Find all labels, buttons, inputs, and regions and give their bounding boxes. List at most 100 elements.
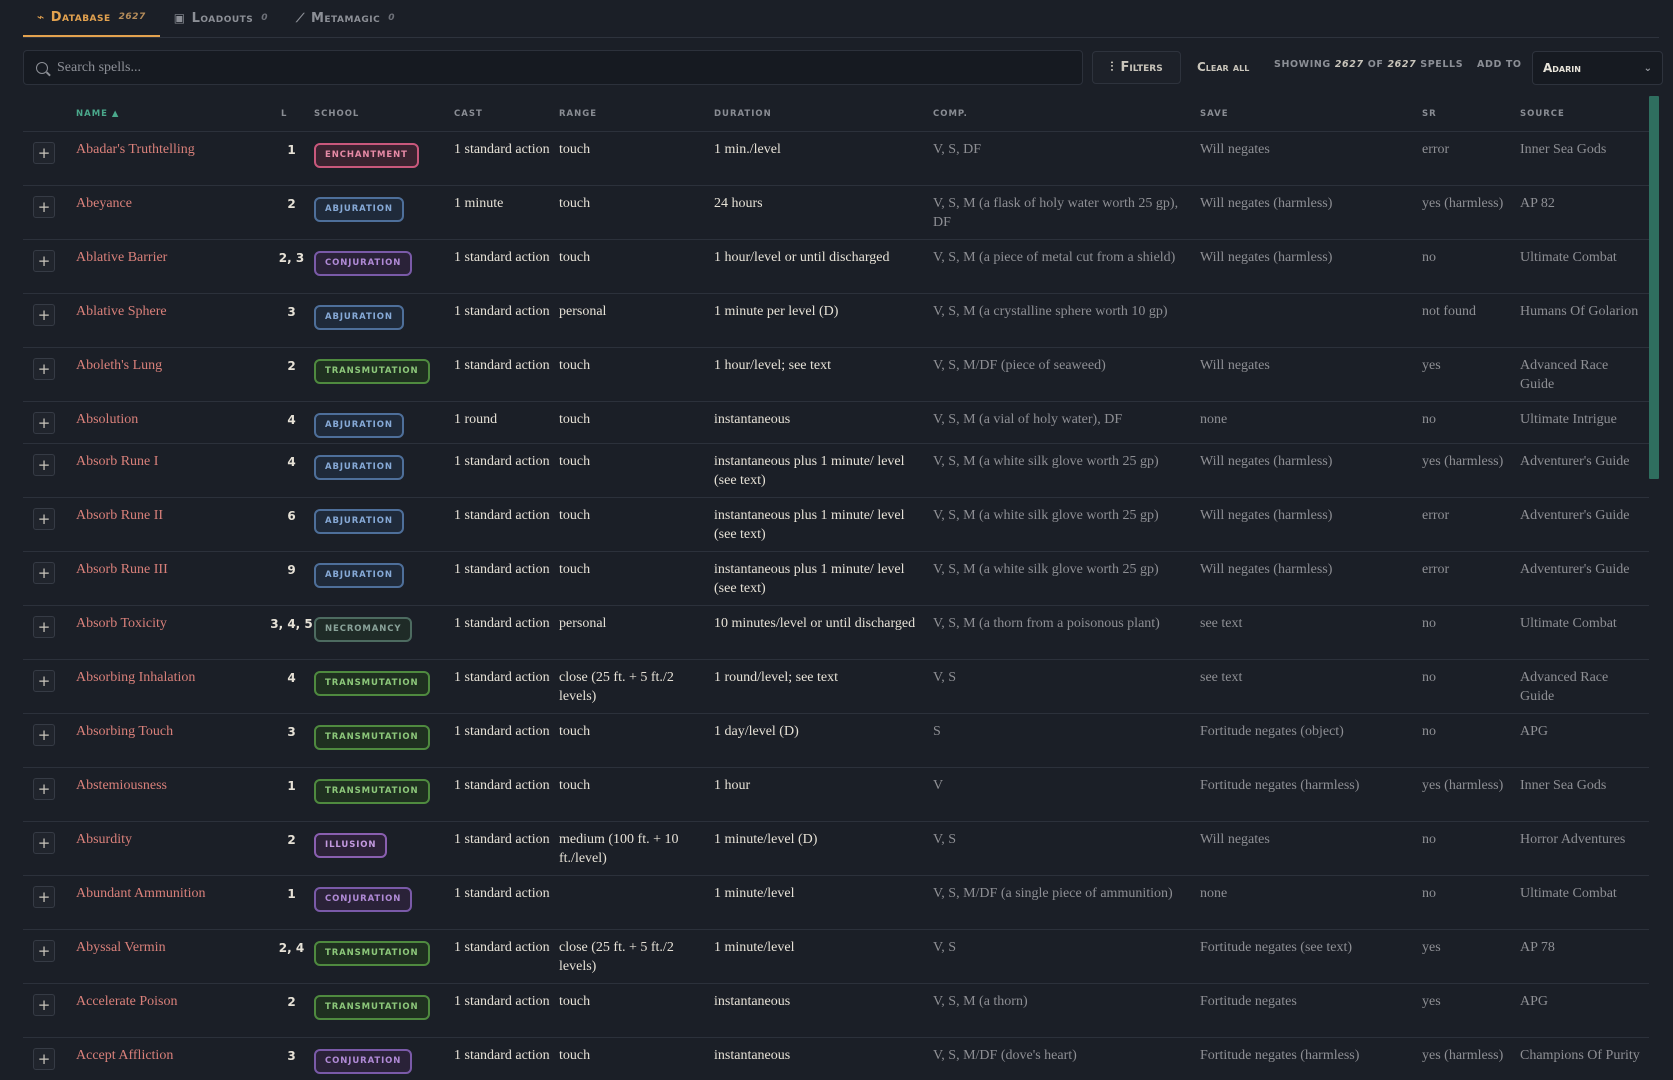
spell-save: Will negates: [1200, 358, 1270, 373]
spell-duration: instantaneous: [714, 994, 791, 1009]
school-cell: transmutation: [314, 930, 454, 983]
spell-cast-time: 1 standard action: [454, 358, 550, 373]
add-spell-button[interactable]: +: [33, 940, 55, 962]
table-row[interactable]: + Accept Affliction 3 conjuration 1 standard…: [23, 1038, 1649, 1080]
column-header-level[interactable]: L: [269, 109, 314, 119]
add-spell-button[interactable]: +: [33, 562, 55, 584]
spell-source: AP 82: [1520, 196, 1555, 211]
spell-name[interactable]: Abstemiousness: [76, 768, 269, 821]
spell-name[interactable]: Ablative Sphere: [76, 294, 269, 347]
clear-all-button[interactable]: Clear all: [1197, 56, 1249, 78]
character-select[interactable]: Adarin ⌄: [1532, 51, 1663, 85]
add-spell-button[interactable]: +: [33, 412, 55, 434]
spell-resistance: yes (harmless): [1422, 1048, 1504, 1063]
scrollbar-thumb[interactable]: [1649, 96, 1659, 479]
spell-components: V, S, M (a piece of metal cut from a shi…: [933, 250, 1176, 265]
add-spell-button[interactable]: +: [33, 778, 55, 800]
add-spell-button[interactable]: +: [33, 1048, 55, 1070]
showing-count: Showing 2627 of 2627 spells: [1274, 59, 1463, 70]
school-badge: conjuration: [314, 251, 413, 276]
column-header-sr[interactable]: SR: [1422, 109, 1520, 119]
add-spell-button[interactable]: +: [33, 142, 55, 164]
table-row[interactable]: + Absolution 4 abjuration 1 round touch instan…: [23, 402, 1649, 444]
spell-save: Fortitude negates (harmless): [1200, 778, 1360, 793]
table-row[interactable]: + Abadar's Truthtelling 1 enchantment 1 stan…: [23, 132, 1649, 186]
spell-source: Inner Sea Gods: [1520, 778, 1607, 793]
add-spell-button[interactable]: +: [33, 994, 55, 1016]
spell-name[interactable]: Abyssal Vermin: [76, 930, 269, 983]
table-row[interactable]: + Absorb Toxicity 3, 4, 5 necromancy 1 stand…: [23, 606, 1649, 660]
table-row[interactable]: + Absorbing Touch 3 transmutation 1 standard…: [23, 714, 1649, 768]
column-header-range[interactable]: Range: [559, 109, 714, 119]
tab-database[interactable]: ⌁ Database 2627: [23, 0, 160, 37]
table-row[interactable]: + Ablative Barrier 2, 3 conjuration 1 standa…: [23, 240, 1649, 294]
tab-loadouts[interactable]: ▣ Loadouts 0: [160, 0, 282, 37]
spell-resistance: no: [1422, 250, 1436, 265]
spell-name[interactable]: Aboleth's Lung: [76, 348, 269, 401]
spell-name[interactable]: Abadar's Truthtelling: [76, 132, 269, 185]
spell-name[interactable]: Accelerate Poison: [76, 984, 269, 1037]
spell-name[interactable]: Absolution: [76, 402, 269, 443]
table-row[interactable]: + Abyssal Vermin 2, 4 transmutation 1 standa…: [23, 930, 1649, 984]
column-header-source[interactable]: Source: [1520, 109, 1649, 119]
spell-duration: 1 minute/level: [714, 886, 795, 901]
add-spell-button[interactable]: +: [33, 454, 55, 476]
spell-name[interactable]: Ablative Barrier: [76, 240, 269, 293]
tab-count: 2627: [118, 12, 146, 22]
add-spell-button[interactable]: +: [33, 670, 55, 692]
school-cell: conjuration: [314, 1038, 454, 1080]
add-spell-button[interactable]: +: [33, 508, 55, 530]
column-header-school[interactable]: School: [314, 109, 454, 119]
spell-name[interactable]: Abeyance: [76, 186, 269, 239]
table-row[interactable]: + Accelerate Poison 2 transmutation 1 standa…: [23, 984, 1649, 1038]
spell-name[interactable]: Absorb Rune II: [76, 498, 269, 551]
spell-cast-time: 1 standard action: [454, 562, 550, 577]
add-spell-button[interactable]: +: [33, 358, 55, 380]
school-cell: abjuration: [314, 186, 454, 239]
table-row[interactable]: + Absurdity 2 illusion 1 standard action medi…: [23, 822, 1649, 876]
column-header-save[interactable]: Save: [1200, 109, 1422, 119]
table-row[interactable]: + Aboleth's Lung 2 transmutation 1 standard …: [23, 348, 1649, 402]
school-badge: conjuration: [314, 887, 413, 912]
table-row[interactable]: + Abundant Ammunition 1 conjuration 1 standa…: [23, 876, 1649, 930]
spell-source: Humans Of Golarion: [1520, 304, 1639, 319]
table-row[interactable]: + Absorb Rune II 6 abjuration 1 standard act…: [23, 498, 1649, 552]
spell-name[interactable]: Absurdity: [76, 822, 269, 875]
add-cell: +: [23, 498, 76, 551]
column-header-duration[interactable]: Duration: [714, 109, 933, 119]
add-spell-button[interactable]: +: [33, 250, 55, 272]
table-row[interactable]: + Abstemiousness 1 transmutation 1 standard …: [23, 768, 1649, 822]
add-spell-button[interactable]: +: [33, 832, 55, 854]
table-row[interactable]: + Absorb Rune I 4 abjuration 1 standard acti…: [23, 444, 1649, 498]
spell-name[interactable]: Absorb Rune III: [76, 552, 269, 605]
spell-name[interactable]: Absorb Rune I: [76, 444, 269, 497]
table-row[interactable]: + Absorb Rune III 9 abjuration 1 standard ac…: [23, 552, 1649, 606]
search-input[interactable]: [57, 59, 957, 76]
column-header-components[interactable]: Comp.: [933, 109, 1200, 119]
book-icon: ▣: [173, 11, 186, 25]
add-spell-button[interactable]: +: [33, 886, 55, 908]
add-spell-button[interactable]: +: [33, 616, 55, 638]
spell-save: Fortitude negates: [1200, 994, 1297, 1009]
table-row[interactable]: + Ablative Sphere 3 abjuration 1 standard ac…: [23, 294, 1649, 348]
filters-button[interactable]: ⫶ Filters: [1092, 51, 1181, 84]
table-row[interactable]: + Abeyance 2 abjuration 1 minute touch 24 hour…: [23, 186, 1649, 240]
spell-name[interactable]: Absorbing Inhalation: [76, 660, 269, 713]
spell-name[interactable]: Absorb Toxicity: [76, 606, 269, 659]
add-spell-button[interactable]: +: [33, 304, 55, 326]
spell-cast-time: 1 standard action: [454, 724, 550, 739]
column-header-name[interactable]: Name ▲: [76, 109, 269, 119]
add-spell-button[interactable]: +: [33, 196, 55, 218]
add-cell: +: [23, 240, 76, 293]
add-spell-button[interactable]: +: [33, 724, 55, 746]
spell-level: 3: [287, 725, 296, 739]
table-row[interactable]: + Absorbing Inhalation 4 transmutation 1 sta…: [23, 660, 1649, 714]
column-header-cast[interactable]: Cast: [454, 109, 559, 119]
spell-name[interactable]: Accept Affliction: [76, 1038, 269, 1080]
spell-name[interactable]: Absorbing Touch: [76, 714, 269, 767]
spell-name[interactable]: Abundant Ammunition: [76, 876, 269, 929]
spell-duration: 1 round/level; see text: [714, 670, 839, 685]
tab-metamagic[interactable]: ⟋ Metamagic 0: [282, 0, 409, 37]
spell-components: V, S, M (a white silk glove worth 25 gp): [933, 454, 1159, 469]
spell-range: close (25 ft. + 5 ft./2 levels): [559, 940, 674, 974]
